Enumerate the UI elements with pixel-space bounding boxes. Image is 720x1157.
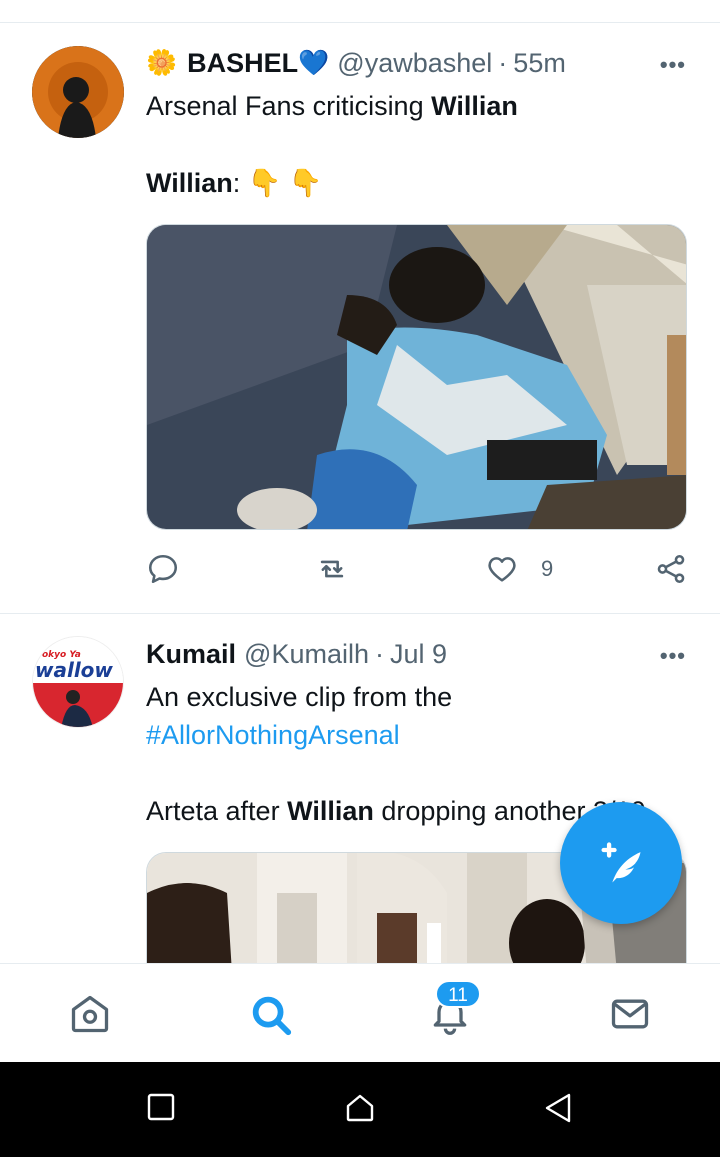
blue-heart-emoji: 💙 (298, 49, 330, 77)
author-handle[interactable]: @Kumailh (244, 639, 369, 670)
recents-button[interactable] (146, 1092, 176, 1127)
tweet-text-segment: Arsenal Fans criticising (146, 91, 432, 121)
author-name[interactable]: BASHEL (187, 48, 298, 79)
tweet-text-line: Willian: 👇 👇 (146, 167, 323, 199)
compose-tweet-button[interactable] (560, 802, 682, 924)
tweet-timestamp[interactable]: 55m (513, 48, 566, 79)
flower-emoji: 🌼 (146, 49, 178, 77)
like-count: 9 (541, 556, 554, 581)
more-options-icon[interactable]: ••• (660, 643, 686, 669)
tweet-actions: 9 (0, 552, 720, 592)
tweet-card[interactable]: 🌼 BASHEL 💙 @yawbashel · 55m ••• Arsenal … (0, 0, 720, 613)
home-icon (71, 995, 109, 1033)
avatar-logo-text: wallow (35, 658, 113, 682)
tweet-text-bold: Willian (431, 91, 518, 121)
avatar[interactable]: Tokyo Ya wallow (32, 636, 124, 728)
mail-icon (611, 999, 649, 1029)
bottom-navigation (0, 963, 720, 1062)
tweet-timestamp[interactable]: Jul 9 (390, 639, 447, 670)
reply-button[interactable] (146, 552, 180, 586)
system-home-button[interactable] (344, 1092, 376, 1129)
tweet-media-image[interactable] (146, 224, 687, 530)
tweet-text-line: Arteta after Willian dropping another 3/… (146, 796, 646, 827)
home-outline-icon (346, 1094, 374, 1122)
tweet-header: Kumail @Kumailh · Jul 9 (146, 639, 447, 670)
reply-icon (148, 554, 178, 584)
hashtag-link[interactable]: #AllorNothingArsenal (146, 720, 400, 751)
author-handle[interactable]: @yawbashel (337, 48, 492, 79)
system-navigation-bar (0, 1062, 720, 1157)
heart-icon (488, 557, 516, 582)
tweet-text-line: An exclusive clip from the (146, 682, 453, 712)
more-options-icon[interactable]: ••• (660, 52, 686, 78)
share-icon (657, 554, 685, 584)
like-button[interactable]: 9 (485, 552, 553, 586)
tweet-text-bold: Willian (287, 796, 374, 826)
author-name[interactable]: Kumail (146, 639, 236, 670)
compose-tweet-icon (601, 842, 641, 883)
nav-search[interactable] (248, 992, 294, 1043)
tweet-text-line: Arsenal Fans criticising Willian (146, 91, 518, 122)
nav-home[interactable] (68, 992, 112, 1041)
share-button[interactable] (654, 552, 688, 586)
retweet-icon (320, 560, 344, 578)
avatar[interactable] (32, 46, 124, 138)
back-triangle-icon (545, 1093, 571, 1123)
retweet-button[interactable] (314, 552, 350, 586)
nav-messages[interactable] (608, 992, 652, 1041)
search-icon (252, 996, 292, 1036)
tweet-header: 🌼 BASHEL 💙 @yawbashel · 55m (146, 48, 566, 79)
separator: · (375, 639, 384, 669)
tweet-text-segment: Arteta after (146, 796, 288, 826)
separator: · (498, 48, 508, 78)
tweet-text-segment: : 👇 👇 (232, 168, 323, 198)
notifications-badge: 11 (435, 980, 481, 1008)
back-button[interactable] (543, 1092, 573, 1129)
tweet-text-bold: Willian (146, 168, 233, 198)
recents-square-icon (147, 1093, 175, 1121)
